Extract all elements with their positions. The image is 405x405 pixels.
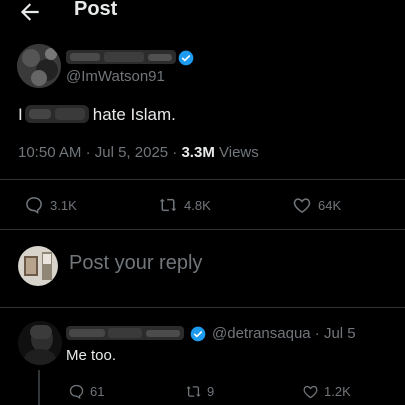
reply-like-count: 1.2K xyxy=(324,383,351,399)
reply-avatar-image xyxy=(18,321,62,365)
repost-button[interactable]: 4.8K xyxy=(158,194,211,216)
reply-like-button[interactable]: 1.2K xyxy=(302,381,351,401)
views-label: Views xyxy=(219,144,259,161)
reply-count: 3.1K xyxy=(50,197,77,213)
reply-author-name-censored[interactable] xyxy=(66,326,184,340)
like-count: 64K xyxy=(318,197,342,213)
author-handle[interactable]: @ImWatson91 xyxy=(66,68,165,85)
like-button[interactable]: 64K xyxy=(292,194,341,216)
verified-badge-icon xyxy=(190,326,206,342)
reply-repost-button[interactable]: 9 xyxy=(185,381,214,401)
heart-icon xyxy=(303,385,318,398)
divider xyxy=(0,179,405,180)
top-bar: Post xyxy=(0,0,405,28)
thread-line xyxy=(38,370,40,405)
reply-handle-date[interactable]: @detransaqua · Jul 5 xyxy=(212,325,356,342)
reply-input[interactable]: Post your reply xyxy=(69,252,202,275)
post-text-start: I xyxy=(18,105,23,124)
author-avatar[interactable] xyxy=(17,44,61,88)
reply-repost-count: 9 xyxy=(207,383,215,399)
repost-count: 4.8K xyxy=(184,197,211,213)
reply-reply-count: 61 xyxy=(90,383,105,399)
back-button[interactable] xyxy=(17,0,43,25)
censored-avatar-image xyxy=(17,44,61,88)
reply-button[interactable]: 3.1K xyxy=(24,194,77,216)
arrow-left-icon xyxy=(20,3,39,21)
divider xyxy=(0,229,405,230)
post-text: Ihate Islam. xyxy=(18,104,176,126)
views-count: 3.3M xyxy=(181,144,215,161)
heart-icon xyxy=(293,198,311,213)
post-date[interactable]: Jul 5, 2025 xyxy=(95,144,168,161)
reply-author-avatar[interactable] xyxy=(18,321,62,365)
page-title: Post xyxy=(74,0,118,20)
post-text-end: hate Islam. xyxy=(92,105,176,124)
post-time[interactable]: 10:50 AM xyxy=(18,144,81,161)
post-meta: 10:50 AM · Jul 5, 2025 · 3.3M Views xyxy=(18,144,259,161)
censored-word-blur xyxy=(24,105,89,123)
repost-icon xyxy=(186,385,201,397)
reply-text: Me too. xyxy=(66,347,117,364)
repost-icon xyxy=(159,198,177,212)
meta-separator: · xyxy=(85,144,91,161)
verified-badge-icon xyxy=(178,50,194,66)
meta-separator: · xyxy=(172,144,178,161)
reply-reply-button[interactable]: 61 xyxy=(68,381,104,401)
reply-icon xyxy=(69,384,84,399)
current-user-avatar xyxy=(18,246,58,286)
author-name-censored[interactable] xyxy=(66,50,176,64)
divider xyxy=(0,307,405,308)
reply-icon xyxy=(26,197,42,214)
